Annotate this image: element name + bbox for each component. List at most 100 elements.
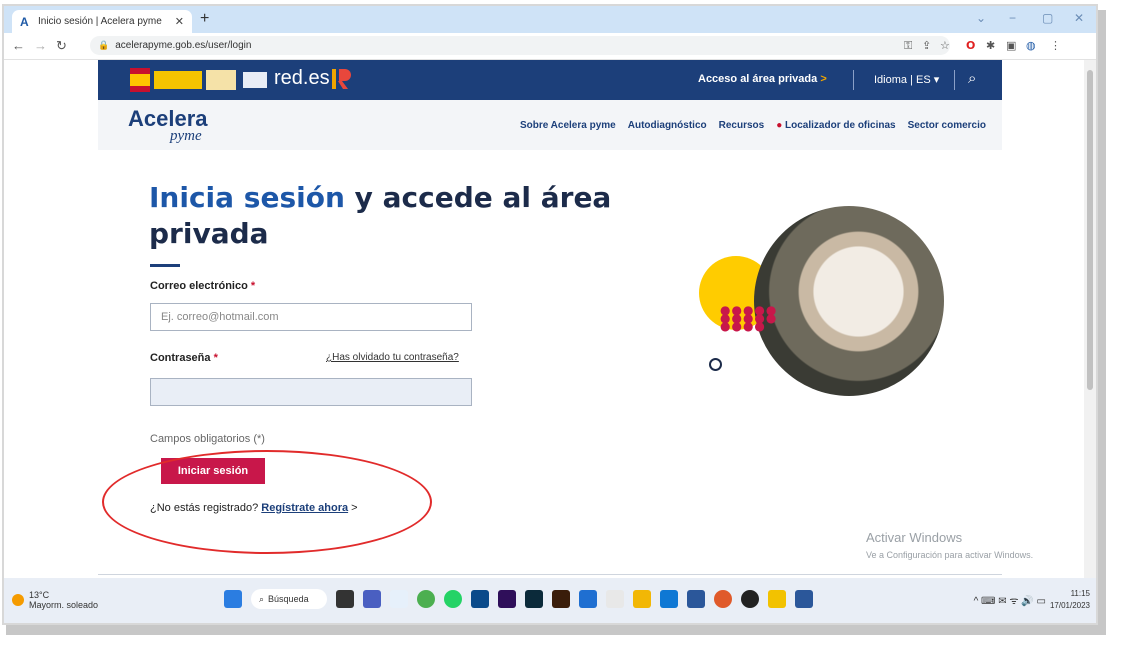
time: 11:15 (1070, 589, 1090, 598)
top-brand-bar: red.es Acceso al área privada > Idioma |… (98, 60, 1002, 100)
reds-logo-text: red.es (274, 67, 330, 89)
sidepanel-icon[interactable]: ▣ (1006, 39, 1016, 52)
private-area-link[interactable]: Acceso al área privada > (698, 73, 827, 85)
weather-condition: Mayorm. soleado (29, 600, 99, 610)
word-icon[interactable] (795, 590, 813, 608)
taskbar-apps: ⌕ Búsqueda (224, 589, 813, 609)
divider (954, 70, 955, 90)
menu-item-autodiagnostico[interactable]: Autodiagnóstico (628, 120, 707, 131)
system-tray[interactable]: ^ ⌨ ✉ ᯤ 🔊 ▭ (974, 593, 1046, 607)
forgot-password-link[interactable]: ¿Has olvidado tu contraseña? (326, 352, 459, 363)
chevron-right-icon: > (820, 73, 827, 85)
title-highlight: Inicia sesión (149, 181, 345, 214)
decorative-ring (709, 358, 722, 371)
scrollbar[interactable] (1084, 60, 1096, 578)
menu-item-sobre[interactable]: Sobre Acelera pyme (520, 120, 616, 131)
after-effects-icon[interactable] (498, 590, 516, 608)
annotation-ellipse (102, 450, 432, 554)
app-icon[interactable] (633, 590, 651, 608)
widgets-icon[interactable] (390, 590, 408, 608)
chrome-icon[interactable] (417, 590, 435, 608)
share-icon[interactable]: ⇪ (922, 39, 931, 52)
app-v-icon[interactable] (471, 590, 489, 608)
browser-window: A Inicio sesión | Acelera pyme ✕ + ⌄ − ▢… (4, 6, 1096, 623)
app-icon[interactable] (606, 590, 624, 608)
main-menu: Sobre Acelera pyme Autodiagnóstico Recur… (520, 120, 986, 131)
windows-taskbar: 13°C Mayorm. soleado ⌕ Búsqueda ^ ⌨ ✉ ᯤ 🔊 … (4, 578, 1096, 623)
lightroom-icon[interactable] (525, 590, 543, 608)
password-field[interactable] (150, 378, 472, 406)
sun-icon (12, 594, 24, 606)
lock-icon: 🔒 (98, 40, 110, 51)
acelera-pyme-logo[interactable]: Acelera pyme (128, 106, 208, 144)
activate-windows-subtitle: Ve a Configuración para activar Windows. (866, 550, 1034, 560)
opera-icon[interactable]: O (966, 39, 975, 52)
government-logo (154, 71, 202, 89)
language-selector[interactable]: Idioma | ES ▾ (874, 73, 939, 86)
file-explorer-icon[interactable] (768, 590, 786, 608)
url-text: acelerapyme.gob.es/user/login (115, 40, 252, 51)
maximize-button[interactable]: ▢ (1042, 11, 1053, 25)
chevron-down-icon[interactable]: ⌄ (976, 11, 986, 25)
decorative-dots: ●●●●● ●●●●● ●●●● (720, 303, 778, 333)
taskbar-search[interactable]: ⌕ Búsqueda (251, 589, 327, 609)
menu-dots-icon[interactable]: ⋮ (1050, 39, 1061, 52)
search-icon: ⌕ (259, 593, 265, 604)
eu-logo (243, 72, 267, 88)
required-mark: * (213, 352, 218, 364)
search-icon[interactable]: ⌕ (968, 69, 976, 87)
address-bar-row: ← → ↻ 🔒 acelerapyme.gob.es/user/login ⚿ … (4, 33, 1096, 60)
web-viewport: red.es Acceso al área privada > Idioma |… (4, 60, 1084, 578)
whatsapp-icon[interactable] (444, 590, 462, 608)
tab-strip: A Inicio sesión | Acelera pyme ✕ + ⌄ − ▢… (4, 6, 1096, 33)
close-window-button[interactable]: ✕ (1074, 11, 1084, 25)
back-icon[interactable]: ← (12, 38, 25, 53)
password-label: Contraseña * (150, 352, 218, 364)
chat-icon[interactable] (363, 590, 381, 608)
minimize-button[interactable]: − (1009, 11, 1016, 25)
location-pin-icon: ● (776, 120, 783, 131)
tab-active[interactable]: A Inicio sesión | Acelera pyme ✕ (12, 10, 192, 33)
date: 17/01/2023 (1049, 601, 1090, 610)
illustrator-icon[interactable] (552, 590, 570, 608)
profile-icon[interactable]: ◍ (1026, 39, 1036, 52)
app-icon[interactable] (741, 590, 759, 608)
key-icon[interactable]: ⚿ (904, 39, 912, 53)
url-bar[interactable]: 🔒 acelerapyme.gob.es/user/login (90, 36, 950, 55)
menu-item-recursos[interactable]: Recursos (719, 120, 765, 131)
weather-widget[interactable]: 13°C Mayorm. soleado (12, 590, 98, 610)
task-view-icon[interactable] (336, 590, 354, 608)
menu-item-sector-comercio[interactable]: Sector comercio (908, 120, 986, 131)
close-tab-icon[interactable]: ✕ (175, 15, 184, 28)
menu-item-localizador[interactable]: ● Localizador de oficinas (776, 120, 895, 131)
footer-divider (98, 574, 1002, 575)
plan-recuperacion-logo (332, 69, 351, 89)
email-label-text: Correo electrónico (150, 280, 248, 292)
windows-start-icon[interactable] (224, 590, 242, 608)
search-label: Búsqueda (268, 594, 309, 604)
businesswoman-photo (754, 206, 944, 396)
localizador-label: Localizador de oficinas (785, 120, 896, 131)
site-navbar: Acelera pyme Sobre Acelera pyme Autodiag… (98, 100, 1002, 150)
email-field[interactable]: Ej. correo@hotmail.com (150, 303, 472, 331)
scrollbar-thumb[interactable] (1087, 70, 1093, 390)
logo-sub-text: pyme (170, 128, 202, 144)
star-icon[interactable]: ☆ (940, 39, 950, 52)
page-title: Inicia sesión y accede al área privada (149, 180, 619, 252)
app-icon[interactable] (714, 590, 732, 608)
new-tab-button[interactable]: + (200, 10, 209, 28)
app-icon[interactable] (687, 590, 705, 608)
forward-icon[interactable]: → (34, 38, 47, 53)
email-placeholder: Ej. correo@hotmail.com (161, 311, 279, 323)
outlook-icon[interactable] (660, 590, 678, 608)
acelera-favicon-icon: A (20, 14, 29, 29)
temperature: 13°C (29, 590, 50, 600)
required-mark: * (250, 280, 256, 292)
extensions-icon[interactable]: ✱ (986, 39, 995, 52)
reload-icon[interactable]: ↻ (56, 38, 67, 54)
divider (853, 70, 854, 90)
required-fields-note: Campos obligatorios (*) (150, 433, 265, 445)
clock[interactable]: 11:15 17/01/2023 (1050, 588, 1090, 612)
spain-flag-icon (130, 68, 150, 92)
dropbox-icon[interactable] (579, 590, 597, 608)
